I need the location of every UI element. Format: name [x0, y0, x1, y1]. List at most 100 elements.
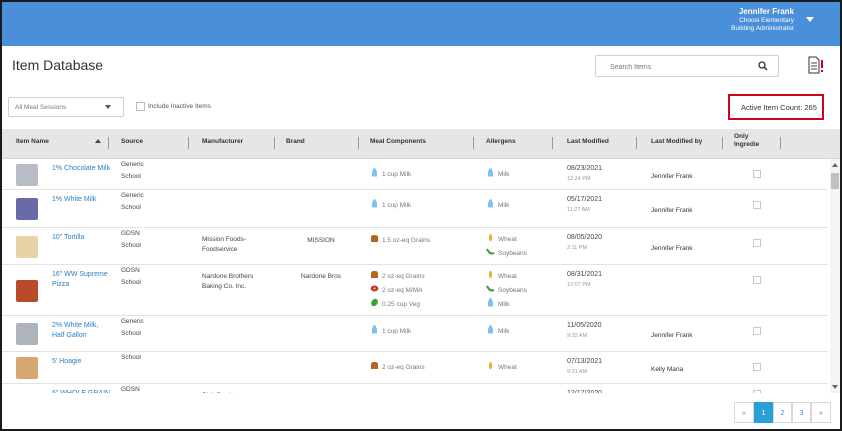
item-name-link[interactable]: 2% White Milk, — [52, 321, 98, 331]
column-source[interactable]: Source — [121, 138, 143, 145]
pagination-prev[interactable]: « — [734, 402, 754, 423]
table-row[interactable]: 1% White Milk Generic School 1 cup Milk Milk… — [2, 190, 828, 228]
last-modified-date: 08/31/2021 — [567, 271, 603, 278]
table-row[interactable]: 2% White Milk, Half Gallon Generic School 1 … — [2, 316, 828, 352]
pagination-next[interactable]: » — [811, 402, 831, 423]
table-header: Item Name Source Manufacturer Brand Meal… — [2, 129, 840, 159]
last-modified-by: Jennifer Frank — [651, 245, 693, 252]
column-item-name[interactable]: Item Name — [16, 138, 49, 145]
table-row[interactable]: 6" WHOLE GRAIN GDSN Rich Products 12/17/202… — [2, 384, 828, 393]
user-school: Choosi Elementary — [739, 17, 794, 24]
pagination-page-1[interactable]: 1 — [754, 402, 773, 423]
column-resize-handle[interactable] — [188, 137, 189, 149]
only-ingredient-checkbox[interactable] — [753, 239, 761, 247]
item-brand: MISSION — [307, 237, 335, 244]
allergen-text: Wheat — [498, 236, 517, 243]
column-last-modified[interactable]: Last Modified — [567, 138, 609, 145]
only-ingredient-checkbox[interactable] — [753, 170, 761, 178]
milk-icon — [486, 298, 498, 311]
only-ingredient-checkbox[interactable] — [753, 390, 761, 393]
only-ingredient-checkbox[interactable] — [753, 201, 761, 209]
column-brand[interactable]: Brand — [286, 138, 305, 145]
column-resize-handle[interactable] — [636, 137, 637, 149]
top-bar: Jennifer Frank Choosi Elementary Buildin… — [2, 2, 840, 46]
meal-component: 1 cup Milk — [370, 199, 411, 211]
item-source: GDSN — [121, 230, 140, 237]
page-title: Item Database — [12, 57, 104, 73]
column-only-ingredient[interactable]: Only Ingredie — [734, 133, 772, 149]
only-ingredient-checkbox[interactable] — [753, 276, 761, 284]
allergen-text: Milk — [498, 171, 510, 178]
wheat-icon — [486, 233, 498, 246]
last-modified-date: 11/05/2020 — [567, 322, 602, 329]
column-resize-handle[interactable] — [108, 137, 109, 149]
search-box[interactable] — [595, 55, 779, 78]
vertical-scrollbar[interactable] — [830, 159, 840, 393]
column-resize-handle[interactable] — [722, 137, 723, 149]
allergen-text: Milk — [498, 301, 510, 308]
search-input[interactable] — [596, 57, 746, 78]
meal-component: 1 cup Milk — [370, 168, 411, 180]
table-row[interactable]: 16" WW Supreme Pizza GDSN School Nardone Bro… — [2, 265, 828, 316]
column-last-modified-by[interactable]: Last Modified by — [651, 138, 702, 145]
search-icon[interactable] — [758, 61, 768, 71]
pagination-page-3[interactable]: 3 — [792, 402, 811, 423]
vegetable-icon — [370, 298, 382, 311]
only-ingredient-checkbox[interactable] — [753, 327, 761, 335]
scrollbar-thumb[interactable] — [831, 173, 839, 189]
item-source: Generic — [121, 192, 144, 199]
table-row[interactable]: 5' Hoagie School 2 oz-eq Grains Wheat 07/13/… — [2, 352, 828, 384]
table-row[interactable]: 10" Tortilla GDSN School Mission Foods- Food… — [2, 228, 828, 265]
meal-component-text: 0.25 cup Veg — [382, 301, 420, 308]
scroll-up-arrow-icon[interactable] — [832, 163, 838, 167]
allergen: Milk — [486, 325, 510, 337]
milk-icon — [370, 168, 382, 181]
item-name-link[interactable]: Half Gallon — [52, 331, 87, 341]
item-manufacturer: Rich Products — [202, 391, 242, 393]
item-source: School — [121, 279, 141, 286]
allergen: Soybeans — [486, 284, 527, 296]
item-name-link[interactable]: 1% White Milk — [52, 195, 96, 205]
user-role: Building Administrator — [731, 25, 794, 32]
pagination-page-2[interactable]: 2 — [773, 402, 792, 423]
item-source: School — [121, 330, 141, 337]
item-name-link[interactable]: Pizza — [52, 280, 69, 290]
item-name-link[interactable]: 1% Chocolate Milk — [52, 164, 110, 174]
item-name-link[interactable]: 6" WHOLE GRAIN — [52, 389, 110, 393]
item-thumbnail — [16, 164, 38, 186]
column-resize-handle[interactable] — [274, 137, 275, 149]
items-table-body: 1% Chocolate Milk Generic School 1 cup Milk… — [2, 159, 828, 393]
milk-icon — [486, 325, 498, 338]
item-name-link[interactable]: 5' Hoagie — [52, 357, 81, 367]
only-ingredient-checkbox[interactable] — [753, 363, 761, 371]
column-resize-handle[interactable] — [473, 137, 474, 149]
column-manufacturer[interactable]: Manufacturer — [202, 138, 243, 145]
grain-icon — [370, 361, 382, 374]
column-allergens[interactable]: Allergens — [486, 138, 516, 145]
meal-component-text: 2 oz-eq Grains — [382, 364, 425, 371]
wheat-icon — [486, 270, 498, 283]
include-inactive-checkbox[interactable] — [136, 102, 145, 111]
last-modified: 05/17/2021 11:27 AM — [567, 194, 602, 216]
last-modified: 08/31/2021 12:07 PM — [567, 269, 602, 291]
table-row[interactable]: 1% Chocolate Milk Generic School 1 cup Milk… — [2, 159, 828, 190]
column-meal-components[interactable]: Meal Components — [370, 138, 426, 145]
allergen: Wheat — [486, 233, 517, 245]
scroll-down-arrow-icon[interactable] — [832, 385, 838, 389]
report-icon[interactable] — [808, 56, 824, 74]
last-modified-time: 9:32 AM — [567, 333, 588, 339]
column-resize-handle[interactable] — [358, 137, 359, 149]
user-menu[interactable]: Jennifer Frank Choosi Elementary Buildin… — [731, 7, 794, 33]
chevron-down-icon[interactable] — [806, 17, 814, 22]
item-manufacturer: Baking Co. Inc. — [202, 283, 247, 290]
item-name-link[interactable]: 16" WW Supreme — [52, 270, 108, 280]
sort-asc-icon[interactable] — [95, 139, 101, 143]
column-resize-handle[interactable] — [552, 137, 553, 149]
meal-component: 1.5 oz-eq Grains — [370, 234, 430, 246]
item-thumbnail — [16, 198, 38, 220]
meal-sessions-select[interactable]: All Meal Sessions — [8, 97, 124, 117]
allergen: Milk — [486, 168, 510, 180]
item-name-link[interactable]: 10" Tortilla — [52, 233, 84, 243]
column-resize-handle[interactable] — [780, 137, 781, 149]
last-modified: 07/13/2021 9:31 AM — [567, 356, 602, 378]
